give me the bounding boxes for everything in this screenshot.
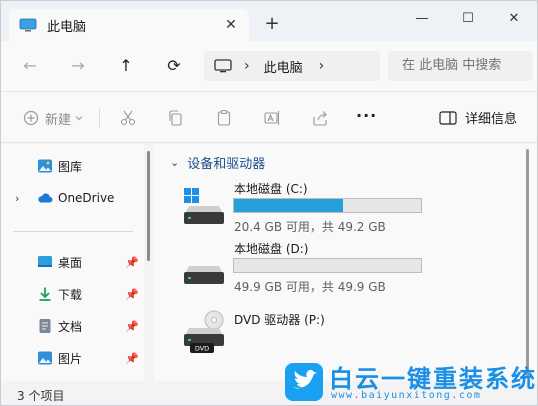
chevron-down-icon[interactable]: ⌄ — [170, 156, 179, 169]
sidebar-item-desktop[interactable]: 桌面 📌 — [1, 248, 144, 276]
pin-icon: 📌 — [125, 319, 139, 333]
sidebar-item-label: 桌面 — [58, 255, 83, 270]
drive-free-space: 49.9 GB 可用，共 49.9 GB — [234, 280, 386, 294]
drive-item-c[interactable]: 本地磁盘 (C:) 20.4 GB 可用，共 49.2 GB — [182, 180, 442, 236]
cut-button[interactable] — [119, 108, 137, 128]
gallery-icon — [38, 159, 52, 173]
share-button[interactable] — [311, 108, 329, 128]
group-header-devices[interactable]: ⌄ 设备和驱动器 — [170, 153, 265, 172]
download-icon — [39, 287, 51, 301]
dvd-badge: DVD — [195, 345, 209, 353]
sidebar-item-label: 图片 — [58, 351, 83, 366]
paste-icon — [217, 109, 231, 126]
watermark-url: www.baiyunxitong.com — [331, 390, 482, 401]
close-button[interactable]: ✕ — [491, 5, 537, 33]
sidebar-divider — [13, 231, 133, 232]
pin-icon: 📌 — [125, 255, 139, 269]
sidebar-item-pictures[interactable]: 图片 📌 — [1, 344, 144, 372]
hard-drive-icon — [184, 266, 224, 284]
navigation-pane: 图库 › OneDrive 桌面 📌 下载 📌 文档 📌 图片 📌 — [1, 144, 144, 381]
desktop-icon — [38, 256, 52, 267]
sidebar-item-label: 下载 — [58, 287, 83, 302]
share-icon — [313, 111, 327, 126]
refresh-button[interactable]: ⟳ — [162, 54, 186, 78]
watermark-text: 白云一键重装系统 — [329, 365, 537, 393]
new-button[interactable]: 新建 — [23, 108, 84, 128]
drive-item-d[interactable]: 本地磁盘 (D:) 49.9 GB 可用，共 49.9 GB — [182, 240, 442, 296]
details-button[interactable]: 详细信息 — [439, 108, 517, 127]
breadcrumb-separator[interactable]: › — [244, 58, 250, 74]
watermark: 白云一键重装系统 www.baiyunxitong.com — [285, 359, 537, 405]
tab-this-pc[interactable]: 此电脑 ✕ — [9, 9, 249, 41]
more-options-button[interactable]: ··· — [356, 106, 377, 125]
sidebar-item-onedrive[interactable]: › OneDrive — [1, 184, 144, 212]
paste-button[interactable] — [215, 108, 233, 128]
tab-title: 此电脑 — [47, 19, 87, 35]
drive-free-space: 20.4 GB 可用，共 49.2 GB — [234, 220, 386, 234]
address-row: ← → ↑ ⟳ › 此电脑 › — [1, 41, 537, 91]
content-pane: ⌄ 设备和驱动器 本地磁盘 (C:) 20.4 GB 可用，共 49.2 GB — [154, 144, 537, 381]
drive-usage-fill — [234, 199, 344, 212]
dvd-drive-icon: DVD — [184, 310, 224, 353]
rename-button[interactable] — [263, 108, 281, 128]
up-button[interactable]: ↑ — [114, 54, 138, 78]
chevron-down-icon — [75, 116, 83, 121]
drive-name: 本地磁盘 (C:) — [234, 182, 308, 196]
sidebar-item-gallery[interactable]: 图库 — [1, 152, 144, 180]
details-pane-icon — [439, 110, 457, 125]
search-input[interactable] — [388, 51, 533, 81]
address-bar[interactable]: › 此电脑 › — [204, 51, 380, 81]
sidebar-item-documents[interactable]: 文档 📌 — [1, 312, 144, 340]
cloud-icon — [38, 193, 53, 203]
cut-icon — [120, 110, 136, 126]
sidebar-item-label: 文档 — [58, 319, 83, 334]
bird-logo-icon — [285, 363, 323, 401]
minimize-button[interactable]: — — [399, 5, 445, 33]
rename-icon — [264, 111, 280, 125]
divider — [99, 108, 100, 128]
group-title: 设备和驱动器 — [187, 157, 266, 172]
breadcrumb-chevron[interactable]: › — [319, 58, 325, 74]
windows-drive-icon — [184, 188, 224, 224]
monitor-icon — [214, 59, 232, 73]
copy-icon — [169, 110, 182, 126]
drive-name: DVD 驱动器 (P:) — [234, 313, 325, 327]
command-bar: 新建 ··· 详细信息 — [1, 91, 537, 143]
document-icon — [39, 319, 51, 333]
details-label: 详细信息 — [465, 112, 518, 127]
chevron-right-icon[interactable]: › — [15, 192, 19, 205]
drive-usage-bar — [233, 258, 422, 273]
sidebar-item-label: 图库 — [58, 159, 83, 174]
pin-icon: 📌 — [125, 287, 139, 301]
drive-item-dvd[interactable]: DVD DVD 驱动器 (P:) — [182, 304, 442, 360]
item-count: 3 个项目 — [17, 389, 65, 403]
title-bar: 此电脑 ✕ + — ☐ ✕ — [1, 1, 537, 41]
maximize-button[interactable]: ☐ — [445, 5, 491, 33]
back-button[interactable]: ← — [18, 54, 42, 78]
sidebar-item-downloads[interactable]: 下载 📌 — [1, 280, 144, 308]
breadcrumb-this-pc[interactable]: 此电脑 — [264, 57, 303, 76]
sidebar-scrollbar[interactable] — [147, 151, 150, 261]
sidebar-item-label: OneDrive — [58, 191, 115, 205]
pictures-icon — [38, 351, 52, 365]
drive-usage-bar — [233, 198, 422, 213]
content-scrollbar[interactable] — [526, 149, 529, 377]
new-icon — [23, 110, 39, 126]
pin-icon: 📌 — [125, 351, 139, 365]
copy-button[interactable] — [167, 108, 185, 128]
new-tab-button[interactable]: + — [261, 13, 283, 35]
computer-icon — [19, 18, 37, 32]
forward-button[interactable]: → — [66, 54, 90, 78]
drive-name: 本地磁盘 (D:) — [234, 242, 309, 256]
tab-close-icon[interactable]: ✕ — [223, 17, 239, 33]
new-label: 新建 — [45, 112, 72, 128]
file-explorer-window: 此电脑 ✕ + — ☐ ✕ ← → ↑ ⟳ › 此电脑 › 在 此电脑 中搜索 … — [0, 0, 538, 406]
